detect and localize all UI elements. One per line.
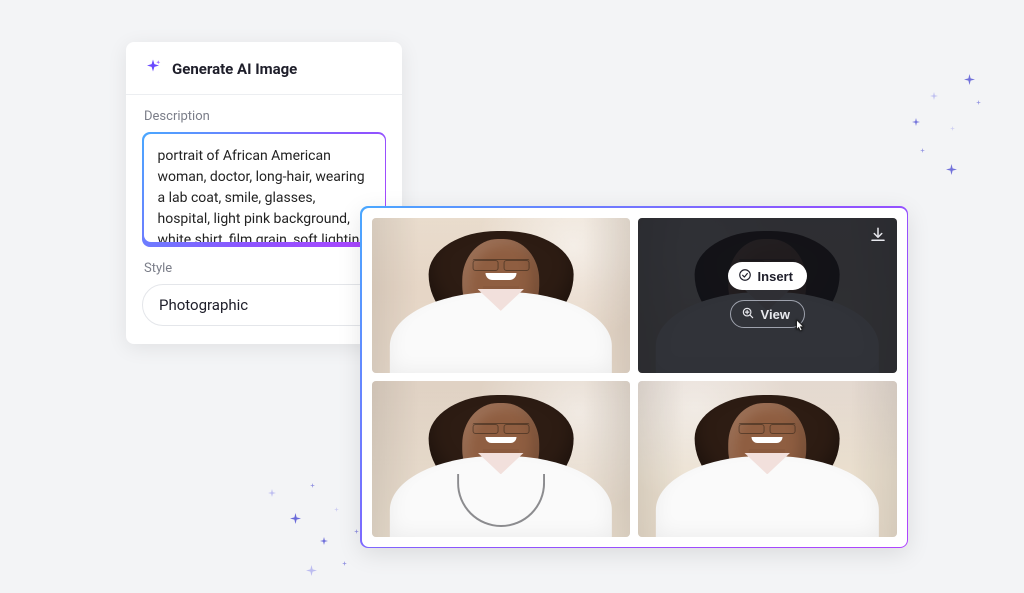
view-button[interactable]: View: [730, 300, 805, 328]
generated-image-tile[interactable]: Insert View: [638, 218, 897, 374]
style-select[interactable]: Photographic: [142, 284, 386, 326]
generated-images-panel: Insert View: [360, 206, 908, 548]
cursor-icon: [792, 318, 808, 339]
description-label: Description: [126, 95, 402, 132]
insert-button[interactable]: Insert: [728, 262, 807, 290]
panel-header: Generate AI Image: [126, 42, 402, 95]
zoom-in-icon: [741, 306, 755, 323]
description-input[interactable]: [144, 134, 385, 242]
style-select-value: Photographic: [159, 296, 248, 314]
panel-title: Generate AI Image: [172, 60, 297, 78]
insert-button-label: Insert: [758, 269, 793, 284]
view-button-label: View: [761, 307, 790, 322]
generated-image-tile[interactable]: [638, 381, 897, 537]
check-circle-icon: [738, 268, 752, 285]
sparkle-icon: [144, 58, 162, 80]
decorative-sparkles: [262, 483, 372, 593]
tile-hover-overlay: Insert View: [638, 218, 897, 374]
description-field-wrapper: [142, 132, 386, 247]
generated-image-tile[interactable]: [372, 381, 631, 537]
download-icon[interactable]: [869, 226, 887, 248]
generated-image-tile[interactable]: [372, 218, 631, 374]
decorative-sparkles: [906, 70, 996, 190]
